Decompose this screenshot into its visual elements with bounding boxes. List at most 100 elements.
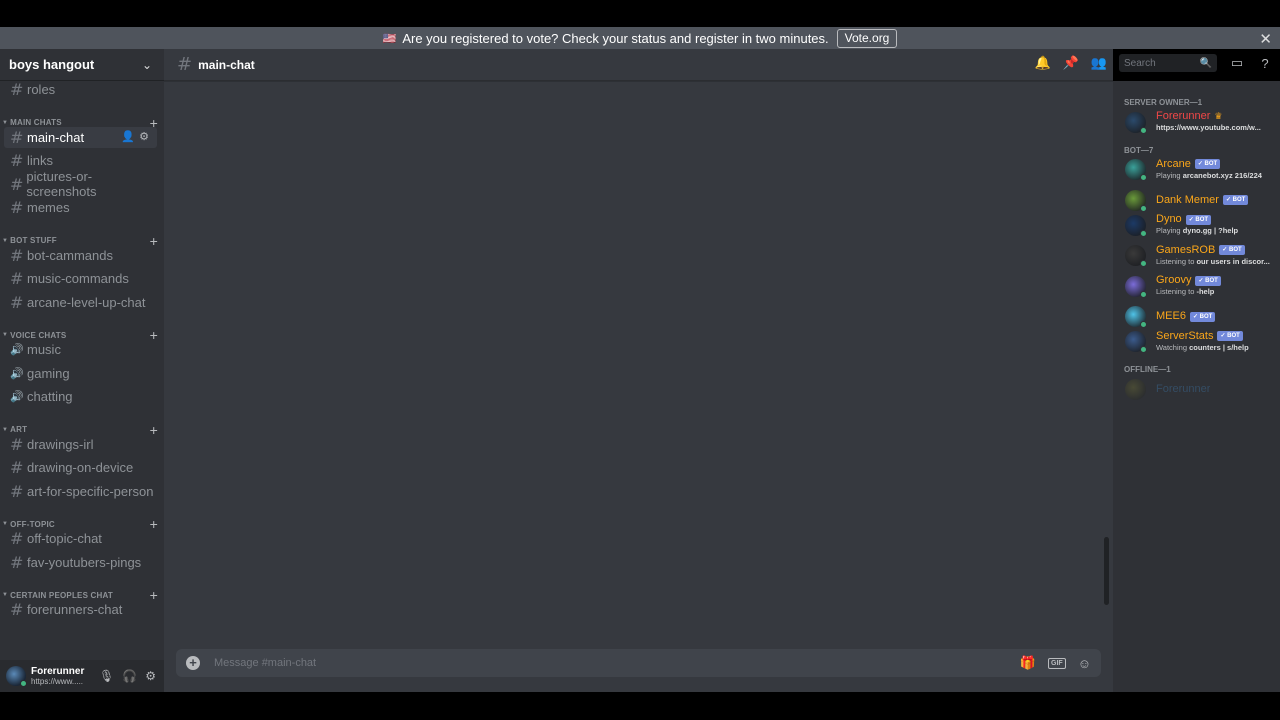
online-status-icon [1140,346,1147,353]
hash-icon: # [10,174,24,194]
member-arcane[interactable]: Arcane ✓ BOT Playing arcanebot.xyz 216/224 [1125,157,1275,183]
emoji-icon[interactable]: ☺ [1078,656,1091,671]
members-icon[interactable]: 👥 [1085,55,1113,71]
channel-label: main-chat [27,129,85,145]
channel-label: gaming [27,365,70,381]
channel-music-commands[interactable]: # music-commands [4,268,157,289]
vote-org-button[interactable]: Vote.org [836,28,898,48]
search-input[interactable]: Search 🔍 [1119,54,1217,72]
member-group-header: SERVER OWNER—1 [1124,98,1203,107]
member-activity: Listening to our users in discor... [1156,256,1271,267]
caret-down-icon: ▼ [2,237,9,244]
channel-arcane-level-up-chat[interactable]: # arcane-level-up-chat [4,292,157,313]
add-attachment-icon[interactable]: + [186,656,200,670]
channel-label: fav-youtubers-pings [27,554,142,570]
member-serverstats[interactable]: ServerStats ✓ BOT Watching counters | s/he… [1125,329,1275,355]
channel-label: pictures-or-screenshots [26,169,97,199]
member-mee6[interactable]: MEE6 ✓ BOT [1125,304,1275,330]
avatar[interactable] [6,666,27,687]
channel-drawings-irl[interactable]: # drawings-irl [4,434,157,455]
help-icon[interactable]: ? [1251,56,1279,71]
activity-prefix: Watching [1156,342,1187,352]
server-header[interactable]: boys hangout ⌄ [0,49,164,81]
channel-forerunners-chat[interactable]: # forerunners-chat [4,599,157,620]
activity-detail: arcanebot.xyz 216/224 [1182,170,1262,180]
channel-main-chat[interactable]: # main-chat 👤⚙ [4,126,157,148]
member-name: Forerunner [1156,383,1211,395]
channel-label: forerunners-chat [27,602,123,617]
channel-drawing-on-device[interactable]: # drawing-on-device [4,457,157,478]
channel-label: art-for-specific-person [27,483,154,499]
user-name: Forerunner [31,666,85,677]
user-status: https://www..... [31,677,84,686]
bell-icon[interactable]: 🔔 [1029,55,1057,71]
close-icon[interactable]: ✕ [1259,30,1272,48]
channel-roles[interactable]: # roles [4,81,157,100]
bot-badge: ✓ BOT [1219,245,1245,255]
invite-icon[interactable]: 👤 [121,131,139,143]
message-area [164,82,1113,634]
channel-memes[interactable]: # memes [4,197,157,218]
category-label: ART [10,425,28,434]
scrollbar[interactable] [1104,537,1109,605]
member-name: ServerStats [1156,330,1214,342]
channel-music[interactable]: 🔊 music [4,339,157,360]
gif-button[interactable]: GIF [1048,657,1066,669]
headphones-icon[interactable]: 🎧 [122,669,137,683]
member-dank-memer[interactable]: Dank Memer ✓ BOT [1125,187,1275,213]
bot-badge: ✓ BOT [1195,275,1221,286]
channel-off-topic-chat[interactable]: # off-topic-chat [4,528,157,549]
letterbox-top [0,0,1280,27]
pin-icon[interactable]: 📌 [1057,55,1085,71]
user-info: Forerunner https://www..... [31,666,91,686]
channel-label: drawing-on-device [27,460,134,475]
member-name: Forerunner [1156,111,1211,122]
member-list: SERVER OWNER—1 Forerunner ♛ https://www.you… [1113,81,1280,692]
mute-microphone-icon[interactable]: 🎙 [99,669,114,683]
category-label: BOT STUFF [10,236,57,245]
hash-icon: # [10,198,24,217]
channel-chatting[interactable]: 🔊 chatting [4,386,157,407]
member-forerunner[interactable]: Forerunner ♛ https://www.youtube.com/w... [1125,109,1275,135]
member-name-line: MEE6 ✓ BOT [1156,311,1216,322]
member-activity: Listening to -help [1156,286,1271,297]
message-input[interactable] [214,657,1020,669]
member-text: ServerStats ✓ BOT Watching counters | s/he… [1156,331,1271,353]
gear-icon[interactable]: ⚙ [145,669,156,683]
channel-pictures-or-screenshots[interactable]: # pictures-or-screenshots [4,169,157,199]
member-name-line: GamesROB ✓ BOT [1156,245,1271,256]
channel-fav-youtubers-pings[interactable]: # fav-youtubers-pings [4,552,157,573]
channel-gaming[interactable]: 🔊 gaming [4,363,157,384]
hash-icon: # [10,81,24,99]
member-text: Forerunner [1156,384,1210,395]
member-groovy[interactable]: Groovy ✓ BOT Listening to -help [1125,273,1275,299]
channel-bot-cammands[interactable]: # bot-cammands [4,245,157,266]
channel-label: chatting [27,389,73,404]
chevron-down-icon: ⌄ [141,57,152,72]
bot-badge: ✓ BOT [1194,159,1221,169]
avatar [1125,189,1147,212]
member-forerunner[interactable]: Forerunner [1125,376,1275,402]
online-status-icon [20,680,27,687]
member-name-line: Dank Memer ✓ BOT [1156,195,1249,206]
channel-label: music [27,342,61,357]
channel-title: main-chat [198,57,255,72]
channel-links[interactable]: # links [4,150,157,171]
hash-icon: # [10,434,24,454]
member-gamesrob[interactable]: GamesROB ✓ BOT Listening to our users in d… [1125,243,1275,269]
caret-down-icon: ▼ [2,119,9,126]
avatar [1125,159,1147,181]
inbox-icon[interactable]: ▭ [1223,55,1251,71]
online-status-icon [1140,229,1147,237]
member-dyno[interactable]: Dyno ✓ BOT Playing dyno.gg | ?help [1125,212,1275,238]
bot-badge: ✓ BOT [1189,311,1216,322]
channel-art-for-specific-person[interactable]: # art-for-specific-person [4,481,157,502]
category-label: MAIN CHATS [10,118,62,127]
gift-icon[interactable]: 🎁 [1020,655,1036,671]
gear-icon[interactable]: ⚙ [139,131,153,143]
server-name: boys hangout [9,57,95,72]
activity-detail: our users in discor... [1196,256,1270,266]
activity-detail: counters | s/help [1189,342,1249,352]
activity-prefix: Listening to [1156,256,1195,266]
member-text: Dank Memer ✓ BOT [1156,195,1249,206]
